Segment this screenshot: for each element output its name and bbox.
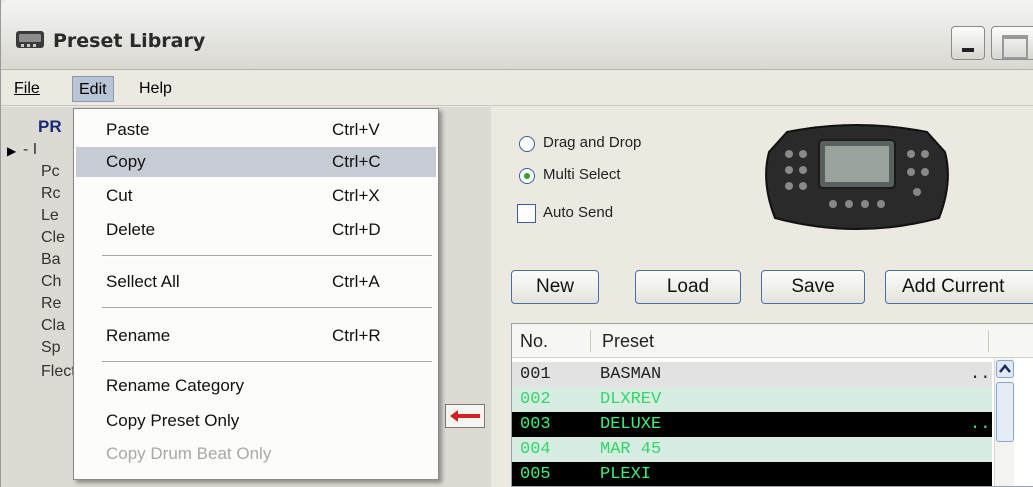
auto-send-checkbox[interactable] xyxy=(517,204,536,223)
auto-send-label: Auto Send xyxy=(543,204,614,221)
preset-row-selected[interactable]: 003 DELUXE ... xyxy=(512,412,1001,437)
tree-item[interactable]: Rc xyxy=(41,185,61,203)
column-header-preset[interactable]: Preset xyxy=(602,331,654,352)
menu-file[interactable]: File xyxy=(8,76,46,102)
drag-and-drop-radio[interactable] xyxy=(519,136,535,152)
tree-item[interactable]: Le xyxy=(41,207,59,225)
menu-edit-label: Edit xyxy=(79,81,107,98)
preset-number: 004 xyxy=(520,440,551,459)
column-header-no[interactable]: No. xyxy=(520,331,548,352)
tree-item[interactable]: Pc xyxy=(41,163,60,181)
preset-name: BASMAN xyxy=(600,365,662,384)
tree-item[interactable]: Ch xyxy=(41,273,61,291)
preset-panel: Drag and Drop Multi Select Auto Send New… xyxy=(491,107,1033,487)
new-button[interactable]: New xyxy=(511,270,599,304)
menu-item-label: Copy Preset Only xyxy=(106,411,240,430)
scroll-up-button[interactable] xyxy=(996,360,1014,378)
preset-name: DLXREV xyxy=(600,390,662,409)
expand-arrow-icon[interactable]: ▶ xyxy=(7,144,16,158)
column-divider[interactable] xyxy=(590,330,591,352)
left-arrow-icon xyxy=(450,410,480,422)
preset-name: DELUXE xyxy=(600,415,662,434)
menu-item-shortcut: Ctrl+D xyxy=(332,220,381,239)
menu-item-label: Delete xyxy=(106,220,156,239)
menu-item-label: Copy Drum Beat Only xyxy=(106,444,272,463)
tree-item[interactable]: Cle xyxy=(41,229,65,247)
menu-item-shortcut: Ctrl+V xyxy=(332,120,380,139)
transfer-left-button[interactable] xyxy=(445,404,485,428)
tree-item[interactable]: Ba xyxy=(41,251,61,269)
menu-item-paste[interactable]: Paste Ctrl+V xyxy=(76,115,436,145)
preset-row-selected[interactable]: 005 PLEXI xyxy=(512,462,992,486)
menu-item-shortcut: Ctrl+R xyxy=(332,326,381,345)
menu-item-delete[interactable]: Delete Ctrl+D xyxy=(76,215,436,245)
preset-number: 003 xyxy=(520,415,551,434)
menu-separator xyxy=(102,307,432,309)
tree-item[interactable]: - I xyxy=(23,141,37,159)
title-bar[interactable]: Preset Library xyxy=(1,0,1033,70)
preset-number: 001 xyxy=(520,365,551,384)
menu-item-copy-preset-only[interactable]: Copy Preset Only xyxy=(76,406,436,436)
guitar-amp-device-image xyxy=(765,124,949,230)
menu-item-label: Cut xyxy=(106,186,133,205)
save-button[interactable]: Save xyxy=(761,270,865,304)
preset-row[interactable]: 004 MAR 45 xyxy=(512,437,992,462)
menu-item-cut[interactable]: Cut Ctrl+X xyxy=(76,181,436,211)
menu-separator xyxy=(102,255,432,257)
menu-item-shortcut: Ctrl+C xyxy=(332,152,381,171)
menu-item-label: Sellect All xyxy=(106,272,180,291)
preset-name: MAR 45 xyxy=(600,440,662,459)
menu-bar: File Edit Help xyxy=(1,72,1033,106)
multi-select-label: Multi Select xyxy=(543,166,621,183)
menu-item-rename[interactable]: Rename Ctrl+R xyxy=(76,321,436,351)
menu-item-label: Rename Category xyxy=(106,376,244,395)
scroll-thumb[interactable] xyxy=(996,382,1014,442)
multi-select-radio[interactable] xyxy=(519,168,535,184)
tree-item[interactable]: Re xyxy=(41,295,61,313)
window-title: Preset Library xyxy=(53,30,206,52)
preset-row[interactable]: 002 DLXREV xyxy=(512,387,992,412)
preset-row[interactable]: 001 BASMAN ... xyxy=(512,362,1001,387)
category-header: PR xyxy=(38,117,62,136)
preset-library-window: Preset Library File Edit Help PR ▶ - I P… xyxy=(0,0,1033,487)
drag-and-drop-label: Drag and Drop xyxy=(543,134,642,151)
preset-number: 002 xyxy=(520,390,551,409)
minimize-button[interactable] xyxy=(951,26,985,60)
menu-item-shortcut: Ctrl+X xyxy=(332,186,380,205)
list-header: No. Preset xyxy=(512,324,1033,358)
menu-item-copy[interactable]: Copy Ctrl+C xyxy=(76,147,436,177)
column-divider[interactable] xyxy=(988,330,989,352)
load-button[interactable]: Load xyxy=(635,270,741,304)
menu-item-rename-category[interactable]: Rename Category xyxy=(76,371,436,401)
menu-item-label: Paste xyxy=(106,120,150,139)
menu-help[interactable]: Help xyxy=(133,76,178,102)
list-scrollbar[interactable] xyxy=(994,358,1014,486)
amp-icon xyxy=(16,31,44,48)
tree-item[interactable]: Sp xyxy=(41,339,61,357)
menu-help-label: Help xyxy=(139,80,172,97)
add-current-button[interactable]: Add Current xyxy=(885,270,1033,304)
preset-list[interactable]: No. Preset 001 BASMAN ... 002 DLXREV 003… xyxy=(511,323,1033,487)
menu-item-label: Rename xyxy=(106,326,171,345)
edit-menu-dropdown: Paste Ctrl+V Copy Ctrl+C Cut Ctrl+X Dele… xyxy=(73,108,439,480)
menu-item-label: Copy xyxy=(106,152,146,171)
menu-item-copy-drum-beat-only: Copy Drum Beat Only xyxy=(76,439,436,469)
menu-file-label: File xyxy=(14,80,40,97)
menu-item-select-all[interactable]: Sellect All Ctrl+A xyxy=(76,267,436,297)
preset-name: PLEXI xyxy=(600,465,652,484)
menu-separator xyxy=(102,361,432,363)
menu-item-shortcut: Ctrl+A xyxy=(332,272,380,291)
menu-edit[interactable]: Edit xyxy=(72,76,114,102)
preset-number: 005 xyxy=(520,465,551,484)
maximize-button[interactable] xyxy=(991,26,1033,60)
tree-item[interactable]: Cla xyxy=(41,317,65,335)
chevron-up-icon xyxy=(999,364,1011,373)
